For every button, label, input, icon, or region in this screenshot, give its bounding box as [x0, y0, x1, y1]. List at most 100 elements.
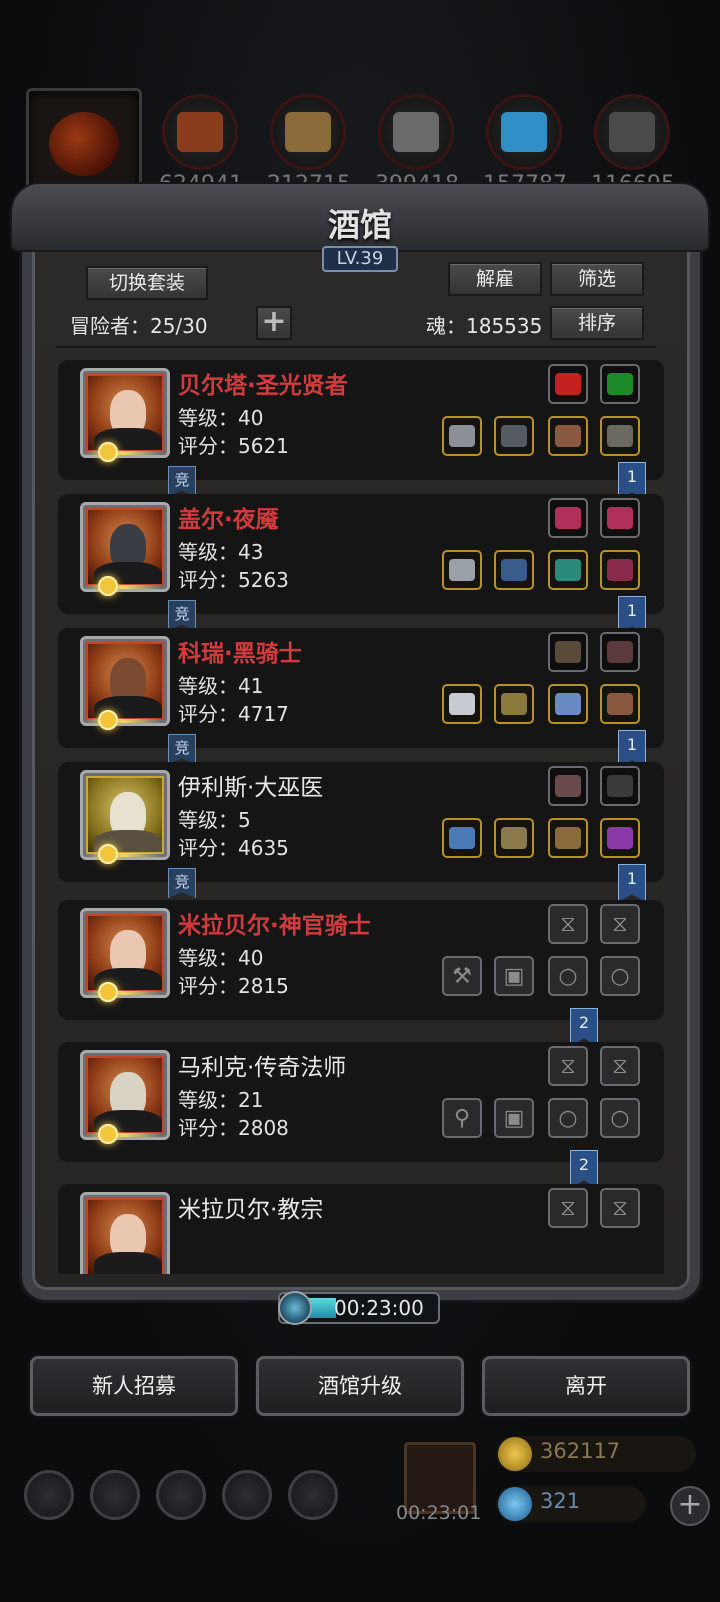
tavern-level-badge: LV.39: [322, 246, 398, 272]
accessory-slot[interactable]: [600, 364, 640, 404]
empty-weapon-slot[interactable]: ⚲: [442, 1098, 482, 1138]
tavern-icon[interactable]: [156, 1470, 206, 1520]
menu-icon[interactable]: [90, 1470, 140, 1520]
arena-tag: 竞: [168, 600, 196, 630]
weapon-slot[interactable]: [442, 550, 482, 590]
moon-icon: [98, 1124, 118, 1144]
hero-name: 伊利斯·大巫医: [178, 775, 324, 801]
map-icon[interactable]: [288, 1470, 338, 1520]
hero-name: 米拉贝尔·教宗: [178, 1197, 324, 1223]
timer-text: 00:23:00: [334, 1296, 424, 1320]
hero-level: 等级：43: [178, 540, 264, 564]
hero-list[interactable]: 贝尔塔·圣光贤者 等级：40 评分：5621 竞 1 盖尔·夜魇 等级：43 评…: [40, 348, 680, 1274]
stone-resource-icon[interactable]: [378, 94, 454, 170]
hero-card[interactable]: 米拉贝尔·神官骑士 等级：40 评分：2815 ⧖ ⧖ ⚒ ▣ ○ ○: [58, 900, 664, 1020]
hero-name: 米拉贝尔·神官骑士: [178, 913, 371, 939]
empty-ring-slot[interactable]: ○: [548, 1098, 588, 1138]
hero-avatar: [80, 636, 170, 726]
add-slot-button[interactable]: +: [256, 306, 292, 340]
helm-slot[interactable]: [600, 416, 640, 456]
adventurer-count: 冒险者：25/30: [70, 314, 208, 338]
glove-slot[interactable]: [548, 684, 588, 724]
hero-name: 贝尔塔·圣光贤者: [178, 373, 348, 399]
hero-card[interactable]: 伊利斯·大巫医 等级：5 评分：4635: [58, 762, 664, 882]
hero-avatar: [80, 1050, 170, 1140]
crystal-resource-icon[interactable]: [486, 94, 562, 170]
armor-slot[interactable]: [494, 550, 534, 590]
pumpkin-icon: [49, 112, 119, 176]
hero-name: 盖尔·夜魇: [178, 507, 279, 533]
empty-accessory-slot[interactable]: ⧖: [548, 1188, 588, 1228]
accessory-slot[interactable]: [600, 498, 640, 538]
meat-resource-icon[interactable]: [162, 94, 238, 170]
recruit-button[interactable]: 新人招募: [30, 1356, 238, 1416]
hero-score: 评分：4635: [178, 836, 289, 860]
arena-tag: 竞: [168, 868, 196, 898]
hero-card[interactable]: 盖尔·夜魇 等级：43 评分：5263: [58, 494, 664, 614]
hero-score: 评分：4717: [178, 702, 289, 726]
glove-slot[interactable]: [548, 550, 588, 590]
sort-button[interactable]: 排序: [550, 306, 644, 340]
glove-slot[interactable]: [548, 416, 588, 456]
settings-icon[interactable]: [24, 1470, 74, 1520]
gem-counter: 321: [496, 1486, 646, 1522]
soul-count: 魂：185535: [426, 314, 543, 338]
gold-counter: 362117: [496, 1436, 696, 1472]
gift-timer: 00:23:01: [396, 1502, 482, 1524]
dismiss-button[interactable]: 解雇: [448, 262, 542, 296]
accessory-slot[interactable]: [600, 632, 640, 672]
empty-accessory-slot[interactable]: ⧖: [548, 904, 588, 944]
upgrade-tavern-button[interactable]: 酒馆升级: [256, 1356, 464, 1416]
armor-slot[interactable]: [494, 818, 534, 858]
accessory-slot[interactable]: [548, 364, 588, 404]
empty-ring-slot[interactable]: ○: [600, 1098, 640, 1138]
gem-value: 321: [540, 1489, 581, 1513]
leave-button[interactable]: 离开: [482, 1356, 690, 1416]
boot-slot[interactable]: [600, 550, 640, 590]
spell-slot[interactable]: [600, 818, 640, 858]
empty-armor-slot[interactable]: ▣: [494, 1098, 534, 1138]
accessory-slot[interactable]: [548, 766, 588, 806]
necklace-slot[interactable]: [548, 818, 588, 858]
weapon-slot[interactable]: [442, 416, 482, 456]
hero-card[interactable]: 米拉贝尔·教宗 ⧖ ⧖: [58, 1184, 664, 1274]
hero-level: 等级：5: [178, 808, 251, 832]
empty-accessory-slot[interactable]: ⧖: [600, 904, 640, 944]
accessory-slot[interactable]: [600, 766, 640, 806]
weapon-slot[interactable]: [442, 818, 482, 858]
accessory-slot[interactable]: [548, 632, 588, 672]
hero-level: 等级：40: [178, 406, 264, 430]
armor-slot[interactable]: [494, 416, 534, 456]
empty-accessory-slot[interactable]: ⧖: [548, 1046, 588, 1086]
hero-level: 等级：21: [178, 1088, 264, 1112]
hero-card[interactable]: 科瑞·黑骑士 等级：41 评分：4717: [58, 628, 664, 748]
filter-button[interactable]: 筛选: [550, 262, 644, 296]
boot-slot[interactable]: [600, 684, 640, 724]
moon-icon: [98, 710, 118, 730]
gold-value: 362117: [540, 1439, 621, 1463]
gold-icon: [498, 1437, 532, 1471]
switch-outfit-button[interactable]: 切换套装: [86, 266, 208, 300]
hero-score: 评分：5263: [178, 568, 289, 592]
add-currency-button[interactable]: +: [670, 1486, 710, 1526]
empty-ring-slot[interactable]: ○: [600, 956, 640, 996]
moon-icon: [98, 442, 118, 462]
empty-accessory-slot[interactable]: ⧖: [600, 1046, 640, 1086]
hero-card[interactable]: 贝尔塔·圣光贤者 等级：40 评分：5621: [58, 360, 664, 480]
hero-card[interactable]: 马利克·传奇法师 等级：21 评分：2808 ⧖ ⧖ ⚲ ▣ ○ ○: [58, 1042, 664, 1162]
empty-ring-slot[interactable]: ○: [548, 956, 588, 996]
accessory-slot[interactable]: [548, 498, 588, 538]
weapon-slot[interactable]: [442, 684, 482, 724]
empty-weapon-slot[interactable]: ⚒: [442, 956, 482, 996]
armor-slot[interactable]: [494, 684, 534, 724]
empty-accessory-slot[interactable]: ⧖: [600, 1188, 640, 1228]
rank-tag: 2: [570, 1150, 598, 1188]
iron-resource-icon[interactable]: [594, 94, 670, 170]
mail-icon[interactable]: [222, 1470, 272, 1520]
empty-armor-slot[interactable]: ▣: [494, 956, 534, 996]
hero-level: 等级：40: [178, 946, 264, 970]
gem-icon: [498, 1487, 532, 1521]
wood-resource-icon[interactable]: [270, 94, 346, 170]
hero-level: 等级：41: [178, 674, 264, 698]
moon-icon: [98, 844, 118, 864]
